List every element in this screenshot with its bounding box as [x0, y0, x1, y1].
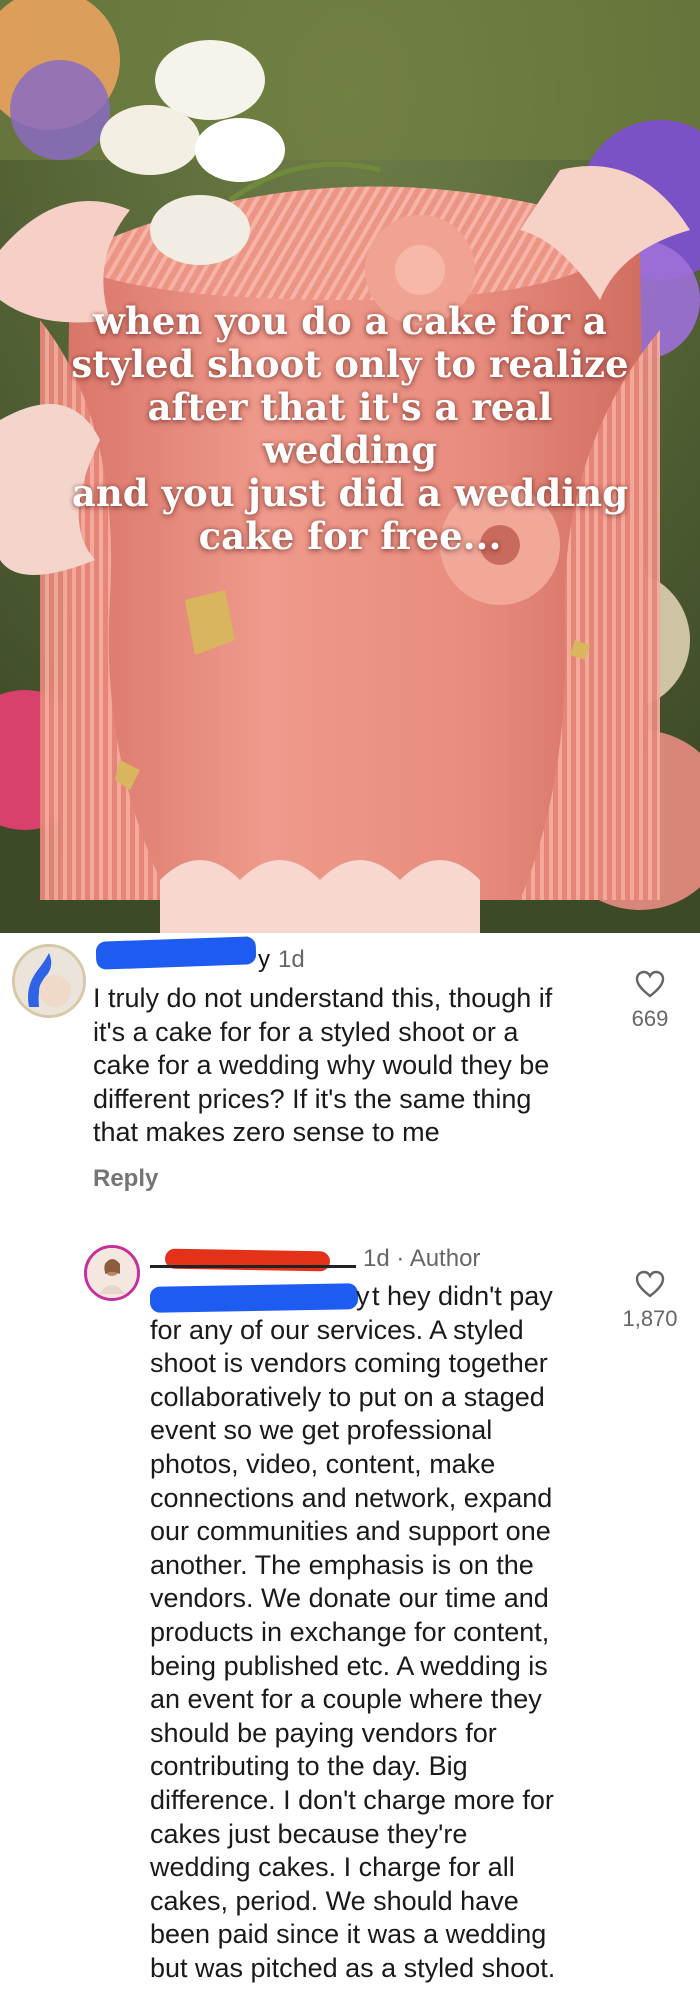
like-count: 1,870	[622, 1306, 678, 1331]
author-avatar[interactable]	[84, 1245, 140, 1301]
reply-button[interactable]: Reply	[93, 1165, 158, 1193]
like-control[interactable]: 669	[610, 970, 690, 1032]
redacted-mention	[149, 1283, 359, 1313]
comment-timestamp-author: 1d · Author	[363, 1245, 481, 1272]
username-underline	[150, 1265, 356, 1268]
redacted-username	[95, 936, 257, 970]
comment-text: I truly do not understand this, though i…	[93, 983, 553, 1148]
avatar-image	[87, 1248, 137, 1298]
heart-outline-icon[interactable]	[635, 970, 665, 998]
redacted-username	[164, 1248, 331, 1272]
username-tail[interactable]: y	[258, 946, 270, 974]
avatar-image	[15, 947, 83, 1015]
comment-timestamp: 1d	[278, 946, 305, 973]
like-control[interactable]: 1,870	[610, 1270, 690, 1332]
post-caption-overlay: when you do a cake for a styled shoot on…	[71, 299, 629, 558]
like-count: 669	[631, 1006, 669, 1031]
heart-outline-icon[interactable]	[635, 1270, 665, 1298]
comment-text: for any of our services. A styled shoot …	[150, 1314, 556, 1983]
comment-text-first-line: t hey didn't pay	[372, 1281, 553, 1311]
mention-tail[interactable]: y	[356, 1280, 370, 1314]
post-image: when you do a cake for a styled shoot on…	[0, 0, 700, 933]
avatar[interactable]	[12, 944, 86, 1018]
